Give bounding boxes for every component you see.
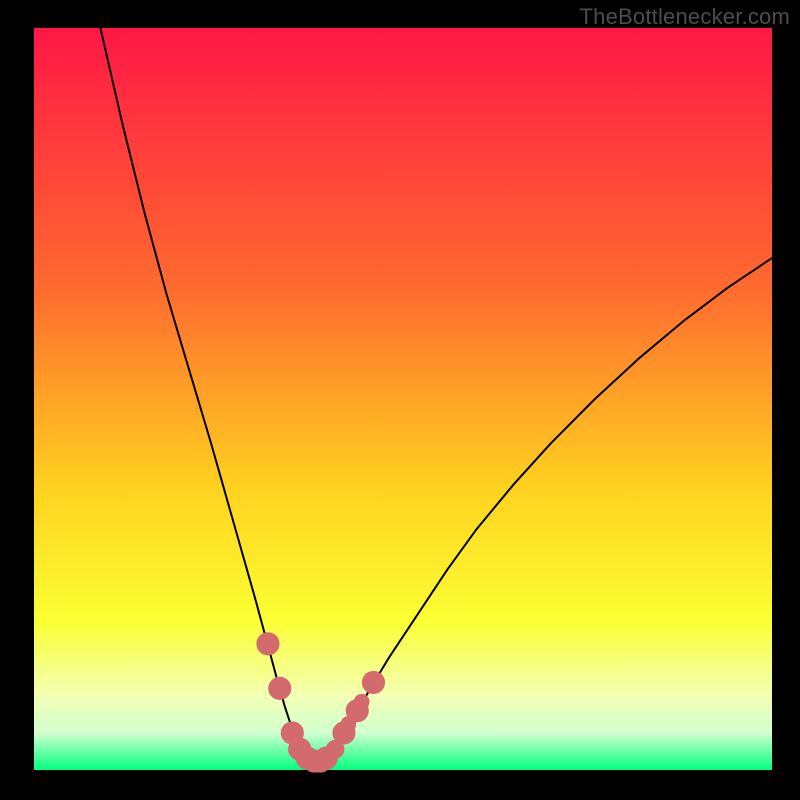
curve-marker bbox=[257, 633, 279, 655]
curve-marker bbox=[269, 677, 291, 699]
curve-marker bbox=[362, 671, 384, 693]
attribution-text: TheBottlenecker.com bbox=[580, 4, 790, 30]
chart-frame: { "attribution": "TheBottlenecker.com", … bbox=[0, 0, 800, 800]
plot-background bbox=[34, 28, 772, 770]
curve-marker bbox=[354, 694, 369, 709]
bottleneck-chart bbox=[0, 0, 800, 800]
